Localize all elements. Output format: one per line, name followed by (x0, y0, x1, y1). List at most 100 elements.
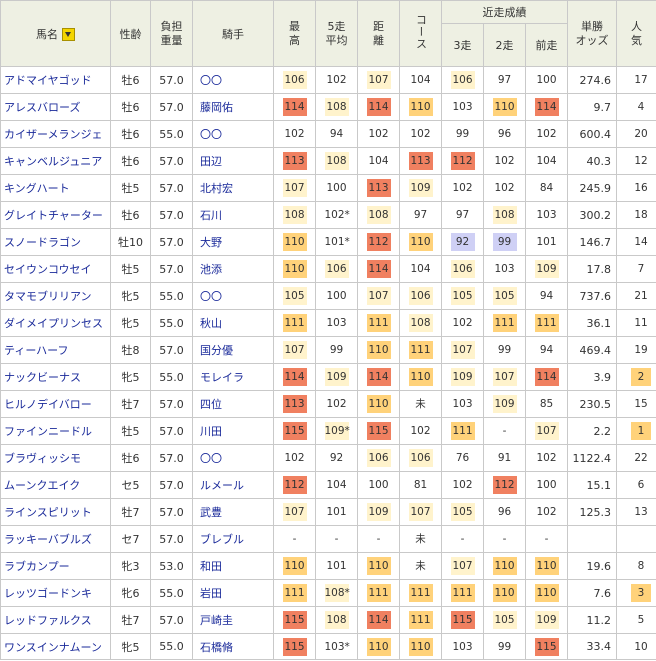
course-cell-value: 113 (408, 152, 433, 170)
best-cell-value: 102 (284, 128, 305, 140)
jockey-link[interactable]: 武豊 (192, 498, 274, 526)
horse-name-link[interactable]: ラインスピリット (0, 498, 111, 526)
avg5-cell-value: 103 (326, 317, 347, 329)
jockey-link[interactable]: 藤岡佑 (192, 93, 274, 121)
course-cell: 110 (399, 363, 442, 391)
course-cell-value: 111 (408, 584, 433, 602)
popularity-value: 22 (634, 452, 648, 464)
best-cell-value: 113 (282, 152, 307, 170)
jockey-link[interactable]: ルメール (192, 471, 274, 499)
horse-name-link[interactable]: ダイメイプリンセス (0, 309, 111, 337)
distance-cell: - (357, 525, 400, 553)
best-cell-value: 107 (282, 179, 307, 197)
jockey-link[interactable]: 北村宏 (192, 174, 274, 202)
jockey-link[interactable]: 和田 (192, 552, 274, 580)
horse-name-link[interactable]: キャンベルジュニア (0, 147, 111, 175)
jockey-link[interactable]: 〇〇 (192, 444, 274, 472)
sort-dropdown-icon[interactable] (62, 28, 75, 41)
avg5-cell: 92 (315, 444, 358, 472)
horse-name-link[interactable]: グレイトチャーター (0, 201, 111, 229)
jockey-link[interactable]: 川田 (192, 417, 274, 445)
best-cell-value: 105 (282, 287, 307, 305)
avg5-cell: 94 (315, 120, 358, 148)
horse-name-link[interactable]: ファインニードル (0, 417, 111, 445)
run2-cell: - (483, 525, 526, 553)
jockey-link[interactable]: 〇〇 (192, 282, 274, 310)
run2-cell: 91 (483, 444, 526, 472)
course-cell-value: 106 (408, 449, 433, 467)
course-cell-value: 未 (415, 560, 426, 572)
course-cell-value: 102 (410, 425, 431, 437)
horse-name-link[interactable]: タマモブリリアン (0, 282, 111, 310)
prev-run-cell: 114 (525, 93, 568, 121)
horse-name-link[interactable]: スノードラゴン (0, 228, 111, 256)
horse-name-link[interactable]: ヒルノデイバロー (0, 390, 111, 418)
prev-run-cell-value: 100 (536, 479, 557, 491)
jockey-link[interactable]: 大野 (192, 228, 274, 256)
run2-cell: 102 (483, 174, 526, 202)
popularity-cell: 8 (616, 552, 656, 580)
distance-cell: 110 (357, 390, 400, 418)
course-cell-value: 107 (408, 503, 433, 521)
jockey-link[interactable]: 田辺 (192, 147, 274, 175)
run2-cell-value: 110 (492, 584, 517, 602)
jockey-link[interactable]: モレイラ (192, 363, 274, 391)
jockey-link[interactable]: 国分優 (192, 336, 274, 364)
horse-name-link[interactable]: レッドファルクス (0, 606, 111, 634)
distance-cell-value: 107 (366, 287, 391, 305)
best-cell-value: 115 (282, 637, 307, 656)
weight-cell: 57.0 (150, 255, 193, 283)
course-cell: 111 (399, 579, 442, 607)
popularity-cell: 15 (616, 390, 656, 418)
distance-cell: 115 (357, 417, 400, 445)
header-best: 最高 (273, 0, 316, 67)
jockey-link[interactable]: 〇〇 (192, 66, 274, 94)
best-cell: 106 (273, 66, 316, 94)
horse-name-link[interactable]: ナックビーナス (0, 363, 111, 391)
horse-name-link[interactable]: ラブカンプー (0, 552, 111, 580)
course-cell: 81 (399, 471, 442, 499)
best-cell: 110 (273, 228, 316, 256)
best-cell: 102 (273, 444, 316, 472)
horse-name-link[interactable]: ワンスインナムーン (0, 633, 111, 660)
horse-name-link[interactable]: キングハート (0, 174, 111, 202)
distance-cell-value: 110 (366, 395, 391, 413)
prev-run-cell-value: 102 (536, 452, 557, 464)
jockey-link[interactable]: 池添 (192, 255, 274, 283)
horse-name-link[interactable]: ラッキーバブルズ (0, 525, 111, 553)
horse-name-link[interactable]: ムーンクエイク (0, 471, 111, 499)
weight-cell: 55.0 (150, 633, 193, 660)
horse-name-link[interactable]: レッツゴードンキ (0, 579, 111, 607)
prev-run-cell-value: 111 (534, 314, 559, 332)
sex-age-cell: 牝6 (110, 579, 151, 607)
run3-cell: 106 (441, 255, 484, 283)
horse-name-link[interactable]: アドマイヤゴッド (0, 66, 111, 94)
best-cell-value: 106 (282, 71, 307, 89)
jockey-link[interactable]: 石川 (192, 201, 274, 229)
jockey-link[interactable]: 四位 (192, 390, 274, 418)
run2-cell-value: 96 (497, 128, 512, 140)
horse-name-link[interactable]: アレスバローズ (0, 93, 111, 121)
jockey-link[interactable]: 秋山 (192, 309, 274, 337)
jockey-link[interactable]: 岩田 (192, 579, 274, 607)
jockey-link[interactable]: ブレブル (192, 525, 274, 553)
distance-cell: 100 (357, 471, 400, 499)
popularity-value: 4 (637, 101, 645, 113)
horse-name-link[interactable]: カイザーメランジェ (0, 120, 111, 148)
run2-cell-value: 105 (492, 611, 517, 629)
horse-name-link[interactable]: セイウンコウセイ (0, 255, 111, 283)
run2-cell: 102 (483, 147, 526, 175)
avg5-cell-value: 108* (324, 584, 350, 602)
jockey-link[interactable]: 石橋脩 (192, 633, 274, 660)
jockey-link[interactable]: 戸崎圭 (192, 606, 274, 634)
header-horse-name[interactable]: 馬名 (0, 0, 111, 67)
table-row: アレスバローズ 牡6 57.0 藤岡佑 114 108 114 110 103 110 114 9.7… (0, 93, 656, 121)
best-cell-value: 108 (282, 206, 307, 224)
distance-cell: 114 (357, 255, 400, 283)
horse-name-link[interactable]: ブラヴィッシモ (0, 444, 111, 472)
horse-name-link[interactable]: ティーハーフ (0, 336, 111, 364)
jockey-link[interactable]: 〇〇 (192, 120, 274, 148)
sex-age-cell: 牝5 (110, 633, 151, 660)
course-cell: 未 (399, 525, 442, 553)
odds-cell: 469.4 (567, 336, 617, 364)
